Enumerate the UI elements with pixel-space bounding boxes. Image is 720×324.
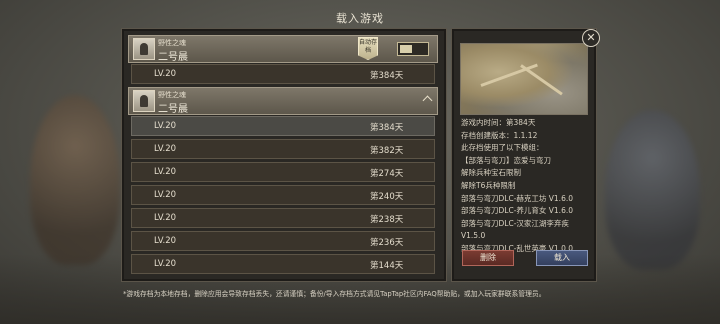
- info-line: V1.5.0: [461, 231, 486, 241]
- save-entry-row[interactable]: LV.20 第144天: [131, 254, 435, 274]
- save-preview-map: [460, 43, 588, 115]
- background-character-left: [30, 95, 120, 265]
- entry-level: LV.20: [154, 259, 177, 269]
- entry-level: LV.20: [154, 190, 177, 200]
- close-icon[interactable]: ✕: [582, 29, 600, 47]
- entry-days: 第236天: [370, 238, 404, 248]
- delete-button[interactable]: 删除: [462, 250, 514, 266]
- chevron-up-icon[interactable]: [422, 93, 432, 103]
- entry-level: LV.20: [154, 69, 177, 79]
- entry-days: 第144天: [370, 261, 404, 271]
- toggle-knob: [400, 45, 412, 53]
- avatar: [133, 90, 155, 112]
- save-entry-row[interactable]: LV.20 第382天: [131, 139, 435, 159]
- map-road: [520, 64, 563, 96]
- entry-level: LV.20: [154, 121, 177, 131]
- save-name: 二号晨: [158, 52, 188, 63]
- save-entry-row[interactable]: LV.20 第384天: [131, 116, 435, 136]
- info-line: 游戏内时间：第384天: [461, 118, 536, 127]
- info-line: 部落与弯刀DLC-汉家江湖李弃疾: [461, 218, 569, 228]
- save-group-header[interactable]: 野性之魂 二号晨 自动存档: [128, 35, 438, 63]
- autosave-badge: 自动存档: [358, 37, 378, 60]
- save-details-panel: 游戏内时间：第384天 存档创建版本：1.1.12 此存档使用了以下模组： 【部…: [451, 28, 597, 282]
- info-line: 解除T6兵种限制: [461, 180, 516, 190]
- info-line: 部落与弯刀DLC-养儿育女 V1.6.0: [461, 206, 573, 216]
- entry-days: 第240天: [370, 192, 404, 202]
- page-title: 载入游戏: [336, 12, 384, 25]
- map-road: [480, 63, 538, 87]
- info-line: 部落与弯刀DLC-赫克工坊 V1.6.0: [461, 193, 573, 203]
- save-tag: 野性之魂: [158, 39, 186, 47]
- save-entry-row[interactable]: LV.20 第274天: [131, 162, 435, 182]
- save-group-header[interactable]: 野性之魂 二号晨: [128, 87, 438, 115]
- entry-level: LV.20: [154, 213, 177, 223]
- info-line: 解除兵种宝石限制: [461, 168, 521, 178]
- avatar: [133, 38, 155, 60]
- autosave-toggle[interactable]: [397, 42, 429, 56]
- save-list-panel: 野性之魂 二号晨 自动存档 LV.20 第384天 野性之魂 二号晨 LV.20…: [121, 28, 447, 282]
- save-tag: 野性之魂: [158, 91, 186, 99]
- save-info-text: 游戏内时间：第384天 存档创建版本：1.1.12 此存档使用了以下模组： 【部…: [461, 117, 591, 256]
- entry-days: 第384天: [370, 71, 404, 81]
- save-entry-row[interactable]: LV.20 第384天: [131, 64, 435, 84]
- entry-days: 第382天: [370, 146, 404, 156]
- entry-level: LV.20: [154, 236, 177, 246]
- entry-days: 第384天: [370, 123, 404, 133]
- entry-level: LV.20: [154, 144, 177, 154]
- entry-days: 第238天: [370, 215, 404, 225]
- info-line: 存档创建版本：1.1.12: [461, 130, 538, 140]
- entry-days: 第274天: [370, 169, 404, 179]
- background-character-right: [605, 110, 700, 270]
- entry-level: LV.20: [154, 167, 177, 177]
- footer-note: *游戏存档为本地存档，删除应用会导致存档丢失，还请谨慎；备份/导入存档方式请见T…: [123, 290, 546, 298]
- load-button[interactable]: 载入: [536, 250, 588, 266]
- info-line: 此存档使用了以下模组：: [461, 143, 544, 153]
- info-line: 【部落与弯刀】恋爱与弯刀: [461, 155, 551, 165]
- save-entry-row[interactable]: LV.20 第240天: [131, 185, 435, 205]
- save-name: 二号晨: [158, 104, 188, 115]
- save-entry-row[interactable]: LV.20 第236天: [131, 231, 435, 251]
- save-entry-row[interactable]: LV.20 第238天: [131, 208, 435, 228]
